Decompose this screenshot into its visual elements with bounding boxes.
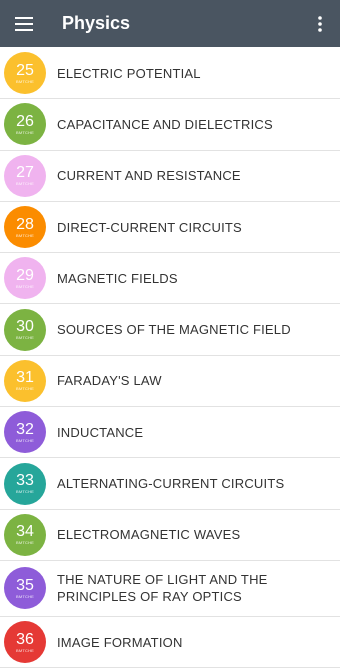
chapter-row-28[interactable]: 28 BMTCHE DIRECT-CURRENT CIRCUITS [0, 201, 340, 254]
chapter-badge-sub: BMTCHE [15, 593, 35, 599]
chapter-badge: 25 BMTCHE [4, 52, 46, 95]
chapter-badge-sub: BMTCHE [15, 335, 35, 341]
chapter-title: CAPACITANCE AND DIELECTRICS [57, 116, 273, 132]
chapter-row-32[interactable]: 32 BMTCHE INDUCTANCE [0, 407, 340, 459]
chapter-badge: 26 BMTCHE [4, 103, 46, 146]
chapter-number: 33 [16, 472, 34, 490]
chapter-badge: 27 BMTCHE [4, 154, 46, 197]
chapter-number: 28 [16, 215, 34, 233]
chapter-badge-sub: BMTCHE [15, 129, 35, 135]
chapter-title: THE NATURE OF LIGHT AND THE PRINCIPLES O… [57, 572, 268, 605]
chapter-title: INDUCTANCE [57, 424, 144, 440]
chapter-number: 31 [16, 369, 34, 387]
chapter-badge: 30 BMTCHE [4, 308, 46, 351]
chapter-badge: 29 BMTCHE [4, 257, 46, 300]
chapter-number: 34 [16, 523, 34, 541]
app-bar: Physics [0, 0, 340, 47]
chapter-row-35[interactable]: 35 BMTCHE THE NATURE OF LIGHT AND THE PR… [0, 560, 340, 617]
chapter-title: IMAGE FORMATION [57, 634, 183, 650]
chapter-row-36[interactable]: 36 BMTCHE IMAGE FORMATION [0, 616, 340, 668]
chapter-badge-sub: BMTCHE [15, 181, 35, 187]
more-options-button[interactable] [300, 0, 340, 47]
chapter-row-30[interactable]: 30 BMTCHE SOURCES OF THE MAGNETIC FIELD [0, 304, 340, 356]
chapter-row-34[interactable]: 34 BMTCHE ELECTROMAGNETIC WAVES [0, 509, 340, 561]
chapter-title: FARADAY'S LAW [57, 373, 162, 389]
chapter-number: 29 [16, 266, 34, 284]
chapter-badge: 33 BMTCHE [4, 462, 46, 505]
chapter-title: ELECTROMAGNETIC WAVES [57, 527, 241, 543]
chapter-badge: 34 BMTCHE [4, 513, 46, 556]
chapter-badge-sub: BMTCHE [15, 647, 35, 653]
chapter-title: ELECTRIC POTENTIAL [57, 65, 201, 81]
chapter-badge: 31 BMTCHE [4, 359, 46, 402]
chapter-badge-sub: BMTCHE [15, 386, 35, 392]
chapter-badge-sub: BMTCHE [15, 283, 35, 289]
chapter-title: CURRENT AND RESISTANCE [57, 168, 241, 184]
chapter-number: 32 [16, 420, 34, 438]
chapter-badge-sub: BMTCHE [15, 540, 35, 546]
chapter-row-26[interactable]: 26 BMTCHE CAPACITANCE AND DIELECTRICS [0, 99, 340, 151]
chapter-title: ALTERNATING-CURRENT CIRCUITS [57, 476, 285, 492]
chapter-row-33[interactable]: 33 BMTCHE ALTERNATING-CURRENT CIRCUITS [0, 458, 340, 510]
chapter-title: SOURCES OF THE MAGNETIC FIELD [57, 322, 291, 338]
chapter-row-31[interactable]: 31 BMTCHE FARADAY'S LAW [0, 355, 340, 408]
chapter-row-25[interactable]: 25 BMTCHE ELECTRIC POTENTIAL [0, 48, 340, 100]
chapter-badge-sub: BMTCHE [15, 489, 35, 495]
chapter-row-29[interactable]: 29 BMTCHE MAGNETIC FIELDS [0, 253, 340, 305]
hamburger-menu-icon [15, 16, 33, 31]
chapter-badge: 32 BMTCHE [4, 411, 46, 454]
chapter-number: 26 [16, 112, 34, 130]
page-title: Physics [62, 13, 131, 33]
chapter-row-27[interactable]: 27 BMTCHE CURRENT AND RESISTANCE [0, 150, 340, 202]
menu-button[interactable] [0, 0, 48, 47]
chapter-badge-sub: BMTCHE [15, 437, 35, 443]
chapter-badge-sub: BMTCHE [15, 78, 35, 84]
more-vertical-icon [318, 15, 322, 32]
chapter-number: 27 [16, 164, 34, 182]
chapter-number: 35 [16, 576, 34, 594]
chapter-number: 25 [16, 61, 34, 79]
chapter-number: 30 [16, 318, 34, 336]
chapter-title: DIRECT-CURRENT CIRCUITS [57, 219, 242, 235]
chapter-badge: 36 BMTCHE [4, 621, 46, 664]
chapter-number: 36 [16, 630, 34, 648]
chapter-badge: 28 BMTCHE [4, 206, 46, 249]
chapter-badge-sub: BMTCHE [15, 232, 35, 238]
chapter-list: 25 BMTCHE ELECTRIC POTENTIAL 26 BMTCHE C… [0, 48, 340, 668]
chapter-badge: 35 BMTCHE [4, 567, 46, 610]
chapter-title: MAGNETIC FIELDS [57, 270, 178, 286]
